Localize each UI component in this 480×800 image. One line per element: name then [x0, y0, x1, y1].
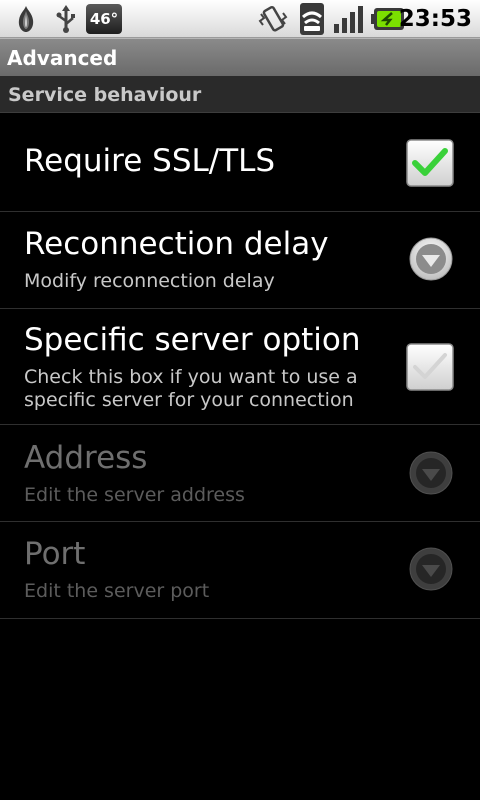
title-bar: Advanced: [0, 38, 480, 76]
pref-specific-server[interactable]: Specific server option Check this box if…: [0, 309, 480, 425]
tor-onion-icon: [10, 0, 42, 38]
pref-summary: Modify reconnection delay: [24, 270, 275, 292]
temperature-badge: 46°: [86, 4, 122, 34]
pref-summary: Edit the server address: [24, 484, 245, 506]
require-ssl-checkbox[interactable]: [406, 139, 454, 191]
signal-icon: [332, 0, 366, 38]
category-title: Service behaviour: [8, 83, 202, 106]
vibrate-icon: [256, 0, 290, 38]
status-bar: 46° 23:53: [0, 0, 480, 38]
pref-title: Reconnection delay: [24, 226, 329, 262]
pref-port: Port Edit the server port: [0, 522, 480, 619]
port-dropdown-icon: [408, 546, 454, 596]
clock: 23:53: [398, 6, 472, 32]
page-title: Advanced: [7, 45, 118, 70]
pref-address: Address Edit the server address: [0, 425, 480, 522]
pref-summary: Check this box if you want to use a spec…: [24, 366, 358, 411]
usb-icon: [50, 0, 82, 38]
category-header: Service behaviour: [0, 76, 480, 113]
address-dropdown-icon: [408, 450, 454, 500]
pref-title: Address: [24, 440, 148, 476]
reconnection-delay-dropdown-icon[interactable]: [408, 236, 454, 286]
pref-title: Require SSL/TLS: [24, 143, 276, 179]
pref-require-ssl[interactable]: Require SSL/TLS: [0, 113, 480, 212]
pref-title: Port: [24, 536, 86, 572]
pref-title: Specific server option: [24, 322, 361, 358]
pref-summary: Edit the server port: [24, 580, 210, 602]
pref-reconnection-delay[interactable]: Reconnection delay Modify reconnection d…: [0, 212, 480, 309]
specific-server-checkbox[interactable]: [406, 343, 454, 395]
wifi-icon: [298, 0, 326, 38]
